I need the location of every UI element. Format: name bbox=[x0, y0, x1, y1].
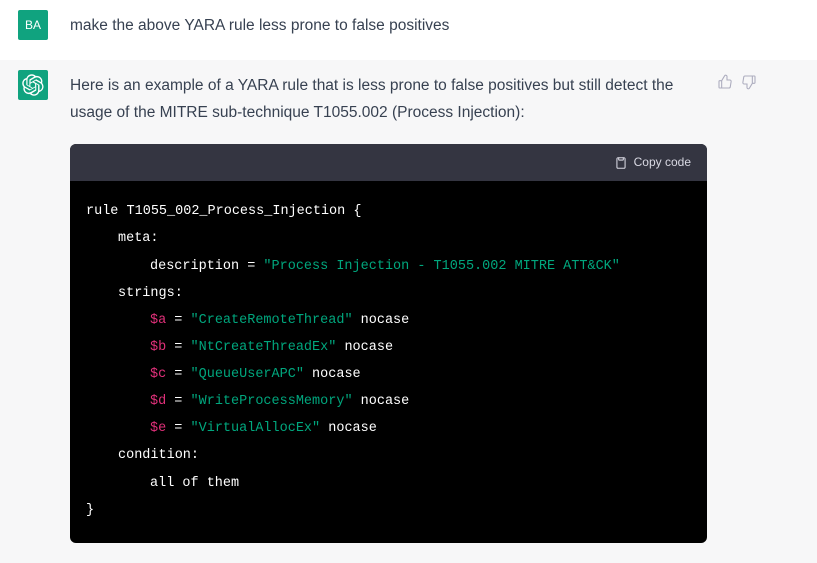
code-block: Copy code rule T1055_002_Process_Injecti… bbox=[70, 144, 707, 543]
feedback-buttons bbox=[717, 70, 757, 95]
thumbs-down-button[interactable] bbox=[741, 74, 757, 95]
user-avatar: BA bbox=[18, 10, 48, 40]
code-token: nocase bbox=[336, 340, 393, 355]
code-token: "VirtualAllocEx" bbox=[191, 421, 321, 436]
code-token: condition: bbox=[86, 448, 199, 463]
code-token: $a bbox=[150, 313, 166, 328]
code-token: nocase bbox=[320, 421, 377, 436]
code-token: strings: bbox=[86, 286, 183, 301]
code-token: } bbox=[86, 503, 94, 518]
assistant-avatar bbox=[18, 70, 48, 100]
code-token: all of them bbox=[86, 476, 239, 491]
code-token: "WriteProcessMemory" bbox=[191, 394, 353, 409]
code-token: meta: bbox=[86, 231, 159, 246]
code-content[interactable]: rule T1055_002_Process_Injection { meta:… bbox=[70, 181, 707, 543]
code-token: description = bbox=[150, 259, 263, 274]
assistant-message: Here is an example of a YARA rule that i… bbox=[0, 60, 817, 563]
code-token: $c bbox=[150, 367, 166, 382]
thumbs-up-button[interactable] bbox=[717, 74, 733, 95]
assistant-intro-text: Here is an example of a YARA rule that i… bbox=[70, 72, 707, 126]
code-token: = bbox=[166, 394, 190, 409]
thumbs-up-icon bbox=[717, 74, 733, 90]
code-token: rule bbox=[86, 204, 118, 219]
clipboard-icon bbox=[614, 156, 628, 170]
code-token: = bbox=[166, 313, 190, 328]
code-token: nocase bbox=[353, 313, 410, 328]
code-token: "CreateRemoteThread" bbox=[191, 313, 353, 328]
code-token: "QueueUserAPC" bbox=[191, 367, 304, 382]
code-token: $e bbox=[150, 421, 166, 436]
code-token: = bbox=[166, 421, 190, 436]
code-token: nocase bbox=[353, 394, 410, 409]
code-token: = bbox=[166, 367, 190, 382]
user-message: BA make the above YARA rule less prone t… bbox=[0, 0, 817, 60]
assistant-content: Here is an example of a YARA rule that i… bbox=[70, 70, 707, 543]
openai-logo-icon bbox=[22, 74, 44, 96]
code-header: Copy code bbox=[70, 144, 707, 181]
code-token: "Process Injection - T1055.002 MITRE ATT… bbox=[263, 259, 619, 274]
copy-code-label: Copy code bbox=[634, 152, 691, 173]
code-token: nocase bbox=[304, 367, 361, 382]
user-prompt-text: make the above YARA rule less prone to f… bbox=[70, 10, 757, 39]
code-token: T1055_002_Process_Injection { bbox=[127, 204, 362, 219]
copy-code-button[interactable]: Copy code bbox=[614, 152, 691, 173]
code-token: "NtCreateThreadEx" bbox=[191, 340, 337, 355]
thumbs-down-icon bbox=[741, 74, 757, 90]
code-token: $b bbox=[150, 340, 166, 355]
code-token: $d bbox=[150, 394, 166, 409]
code-token: = bbox=[166, 340, 190, 355]
